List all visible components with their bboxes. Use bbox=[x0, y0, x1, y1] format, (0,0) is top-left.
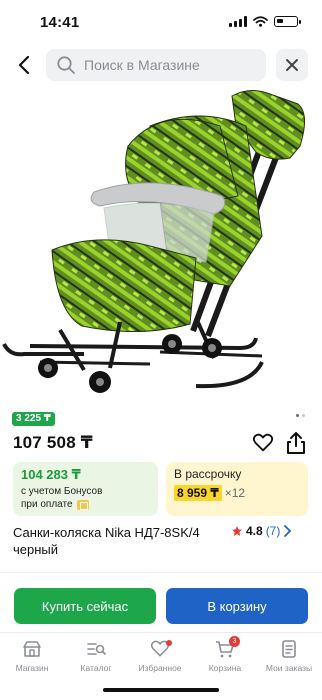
catalog-icon bbox=[87, 643, 106, 655]
search-header: Поиск в Магазине bbox=[0, 44, 322, 86]
tab-label: Каталог bbox=[80, 663, 112, 673]
home-indicator bbox=[103, 688, 219, 692]
installment-label: В рассрочку bbox=[174, 467, 242, 481]
search-placeholder: Поиск в Магазине bbox=[84, 57, 200, 73]
installment-term: ×12 bbox=[224, 486, 246, 500]
heart-icon bbox=[252, 433, 274, 452]
tab-label: Корзина bbox=[208, 663, 242, 673]
chevron-right-icon bbox=[284, 525, 292, 537]
product-price: 107 508 ₸ bbox=[13, 433, 93, 452]
bonus-payment-note: при оплате bbox=[21, 499, 150, 510]
status-time: 14:41 bbox=[40, 14, 80, 31]
bonus-note: с учетом Бонусов bbox=[21, 486, 103, 497]
sled-stroller-photo bbox=[2, 90, 305, 393]
back-button[interactable] bbox=[10, 50, 38, 80]
product-image[interactable] bbox=[0, 86, 322, 402]
status-bar: 14:41 bbox=[0, 0, 322, 44]
cart-badge-count: 3 bbox=[229, 636, 240, 647]
installment-row: 8 959 ₸ ×12 bbox=[174, 485, 300, 501]
buy-now-button[interactable]: Купить сейчас bbox=[14, 588, 156, 624]
add-to-cart-button[interactable]: В корзину bbox=[166, 588, 308, 624]
bonus-price-card[interactable]: 104 283 ₸ с учетом Бонусов при оплате bbox=[13, 462, 158, 516]
tab-cart[interactable]: 3 Корзина bbox=[193, 636, 257, 673]
rating-value: 4.8 bbox=[246, 524, 263, 538]
star-icon bbox=[232, 526, 242, 536]
tab-favorites[interactable]: Избранное bbox=[128, 639, 192, 673]
search-input[interactable]: Поиск в Магазине bbox=[46, 49, 266, 81]
favorite-button[interactable] bbox=[252, 432, 274, 454]
shop-icon bbox=[23, 641, 41, 657]
bonus-payment-label: при оплате bbox=[21, 499, 73, 510]
product-title: Санки-коляска Nika НД7-8SK/4 черный bbox=[13, 525, 200, 557]
pager-dot bbox=[302, 414, 305, 417]
orders-icon bbox=[282, 640, 296, 658]
tab-label: Избранное bbox=[138, 663, 182, 673]
image-pager-dots bbox=[296, 414, 305, 417]
favorites-badge-dot bbox=[166, 640, 172, 646]
status-icons bbox=[229, 16, 301, 27]
close-icon bbox=[286, 59, 298, 71]
tab-catalog[interactable]: Каталог bbox=[64, 639, 128, 673]
tab-label: Мои заказы bbox=[265, 663, 313, 673]
chevron-left-icon bbox=[18, 55, 30, 75]
tab-orders[interactable]: Мои заказы bbox=[257, 639, 321, 673]
close-button[interactable] bbox=[276, 49, 308, 81]
installment-amount: 8 959 ₸ bbox=[174, 485, 222, 501]
rating-link[interactable]: 4.8 (7) bbox=[231, 524, 292, 538]
installment-card[interactable]: В рассрочку 8 959 ₸ ×12 bbox=[166, 462, 308, 516]
review-count: (7) bbox=[265, 524, 281, 538]
share-button[interactable] bbox=[285, 431, 307, 455]
tab-label: Магазин bbox=[15, 663, 49, 673]
tab-shop[interactable]: Магазин bbox=[0, 639, 64, 673]
bonus-badge: 3 225 ₸ bbox=[12, 412, 55, 426]
search-icon bbox=[57, 56, 75, 74]
battery-icon bbox=[274, 16, 301, 27]
bonus-coin-icon bbox=[76, 499, 89, 510]
wifi-icon bbox=[253, 16, 268, 27]
pager-dot bbox=[296, 414, 299, 417]
bonus-price: 104 283 ₸ bbox=[21, 467, 81, 482]
share-icon bbox=[287, 432, 305, 454]
signal-icon bbox=[229, 16, 247, 27]
